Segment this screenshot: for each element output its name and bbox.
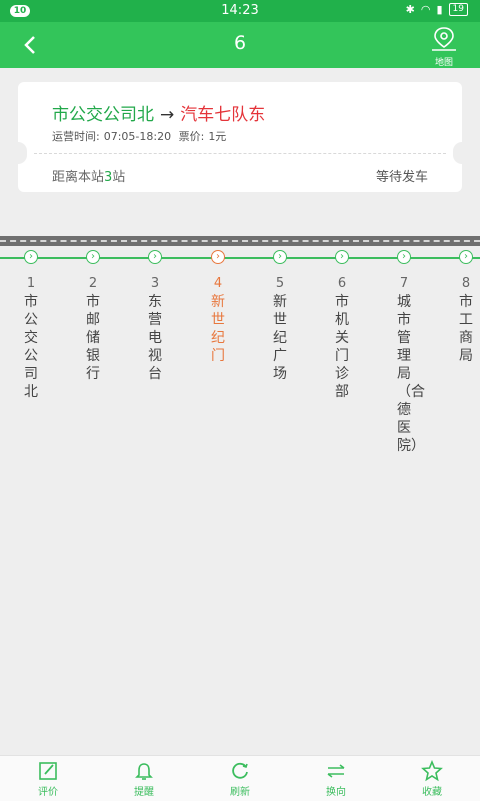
stop-node-icon: › [335,250,349,264]
route-arrow: → [160,105,175,125]
stop-2[interactable]: › 2 市邮储银行 [78,250,108,383]
hours-value: 07:05-18:20 [103,130,172,143]
tab-review[interactable]: 评价 [18,760,78,798]
tab-label: 评价 [38,787,58,798]
tab-swap[interactable]: 换向 [306,760,366,798]
distance-suffix: 站 [112,170,126,185]
bell-icon [135,763,153,780]
tab-label: 提醒 [134,787,154,798]
battery-icon: 19 [448,3,468,16]
road-strip [0,236,480,246]
edit-icon [39,762,57,780]
hours-label: 运营时间: [52,130,100,143]
ticket-notch-right [453,142,471,164]
route-card: 市公交公司北 → 汽车七队东 运营时间: 07:05-18:20 票价: 1元 距离本站… [9,82,471,192]
route-info: 运营时间: 07:05-18:20 票价: 1元 [52,128,230,144]
stop-8[interactable]: › 8 市工商局 [451,250,480,365]
stop-7[interactable]: › 7 城市管理局（合德医院） [389,250,425,455]
bluetooth-icon: ✱ [405,3,415,16]
stop-index: 2 [88,276,98,291]
stop-name: 城市管理局（合德医院） [397,294,425,454]
stop-node-icon: › [397,250,411,264]
distance-info: 距离本站3站 [52,166,125,185]
system-icons: ✱ ◠ ▮ 19 [406,3,468,16]
stop-index: 7 [399,276,409,291]
stop-index: 4 [213,276,223,291]
stop-name: 新世纪广场 [273,294,287,382]
stop-index: 3 [150,276,160,291]
top-bar: 6 地图 [0,22,480,68]
stop-name: 市机关门诊部 [335,294,349,400]
star-icon [421,760,443,782]
status-bar: 10 14:23 ✱ ◠ ▮ 19 [0,0,480,22]
route-title: 市公交公司北 → 汽车七队东 [52,100,265,125]
ticket-divider [34,153,446,154]
fare-value: 1元 [208,130,227,143]
ticket-notch-left [9,142,27,164]
tab-refresh[interactable]: 刷新 [210,760,270,798]
stop-index: 5 [275,276,285,291]
tab-remind[interactable]: 提醒 [114,760,174,798]
stop-6[interactable]: › 6 市机关门诊部 [327,250,357,401]
tab-favorite[interactable]: 收藏 [402,760,462,798]
stop-node-icon: › [86,250,100,264]
stop-index: 1 [26,276,36,291]
map-pin-icon [432,27,456,51]
route-destination: 汽车七队东 [180,105,266,125]
swap-icon [327,764,345,778]
refresh-icon [232,762,248,779]
stop-4-current[interactable]: › 4 新世纪门 [203,250,233,365]
stop-1[interactable]: › 1 市公交公司北 [16,250,46,401]
stop-name: 新世纪门 [211,294,225,364]
stop-name: 市邮储银行 [86,294,100,382]
stop-node-icon: › [459,250,473,264]
distance-prefix: 距离本站 [52,170,105,185]
map-button[interactable]: 地图 [428,26,460,68]
stop-name: 市公交公司北 [24,294,38,400]
bus-status: 等待发车 [375,170,428,185]
signal-icon: ▮ [436,3,443,16]
stop-5[interactable]: › 5 新世纪广场 [265,250,295,383]
tab-label: 收藏 [422,787,442,798]
wifi-icon: ◠ [420,3,431,16]
stop-node-icon: › [273,250,287,264]
route-origin: 市公交公司北 [52,105,154,125]
map-label: 地图 [434,58,453,68]
stop-node-icon: › [24,250,38,264]
page-title: 6 [233,32,247,54]
tab-label: 换向 [326,787,346,798]
stop-name: 东营电视台 [148,294,162,382]
stop-3[interactable]: › 3 东营电视台 [140,250,170,383]
stop-name: 市工商局 [459,294,473,364]
stop-node-icon: › [211,250,225,264]
stop-node-icon: › [148,250,162,264]
bottom-toolbar: 评价 提醒 刷新 换向 收藏 [0,755,480,801]
stop-index: 6 [337,276,347,291]
stop-index: 8 [461,276,471,291]
tab-label: 刷新 [230,787,250,798]
fare-label: 票价: [178,130,205,143]
